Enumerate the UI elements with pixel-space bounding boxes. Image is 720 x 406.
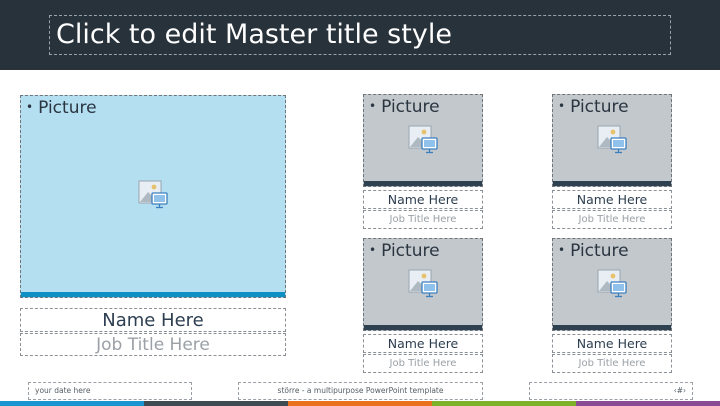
small-job-title[interactable]: Job Title Here	[363, 210, 483, 229]
small-name[interactable]: Name Here	[363, 334, 483, 353]
picture-label: • Picture	[26, 98, 97, 118]
picture-accent-bar	[364, 181, 482, 186]
small-job-title[interactable]: Job Title Here	[363, 354, 483, 373]
bullet: •	[369, 99, 377, 113]
small-job-title[interactable]: Job Title Here	[552, 354, 672, 373]
picture-label: • Picture	[558, 97, 629, 117]
master-title[interactable]: Click to edit Master title style	[49, 15, 671, 55]
picture-placeholder-icon	[138, 180, 168, 209]
large-job-title[interactable]: Job Title Here	[20, 333, 286, 356]
footer-text[interactable]: större - a multipurpose PowerPoint templ…	[238, 382, 483, 400]
large-picture-placeholder[interactable]: • Picture	[20, 95, 286, 298]
bullet: •	[558, 243, 566, 257]
color-stripe-green	[432, 401, 576, 406]
small-picture-placeholder[interactable]: • Picture	[363, 238, 483, 331]
bullet: •	[26, 100, 34, 114]
small-job-title[interactable]: Job Title Here	[552, 210, 672, 229]
bullet: •	[558, 99, 566, 113]
color-stripe-blue	[0, 401, 144, 406]
picture-accent-bar	[364, 325, 482, 330]
picture-label: • Picture	[369, 97, 440, 117]
picture-accent-bar	[553, 181, 671, 186]
large-name[interactable]: Name Here	[20, 308, 286, 332]
picture-placeholder-icon	[597, 125, 627, 154]
picture-placeholder-icon	[597, 269, 627, 298]
small-name[interactable]: Name Here	[363, 190, 483, 209]
small-picture-placeholder[interactable]: • Picture	[363, 94, 483, 187]
bullet: •	[369, 243, 377, 257]
picture-label: • Picture	[369, 241, 440, 261]
color-stripe-slate	[144, 401, 288, 406]
small-name[interactable]: Name Here	[552, 334, 672, 353]
small-name[interactable]: Name Here	[552, 190, 672, 209]
picture-accent-bar	[553, 325, 671, 330]
color-stripe-purple	[576, 401, 720, 406]
color-stripe-orange	[288, 401, 432, 406]
picture-placeholder-icon	[408, 125, 438, 154]
small-picture-placeholder[interactable]: • Picture	[552, 238, 672, 331]
picture-label: • Picture	[558, 241, 629, 261]
footer-slide-number[interactable]: ‹#›	[529, 382, 693, 400]
small-picture-placeholder[interactable]: • Picture	[552, 94, 672, 187]
footer-date[interactable]: your date here	[28, 382, 192, 400]
picture-accent-bar	[21, 292, 285, 297]
picture-placeholder-icon	[408, 269, 438, 298]
title-bar: Click to edit Master title style	[0, 0, 720, 70]
